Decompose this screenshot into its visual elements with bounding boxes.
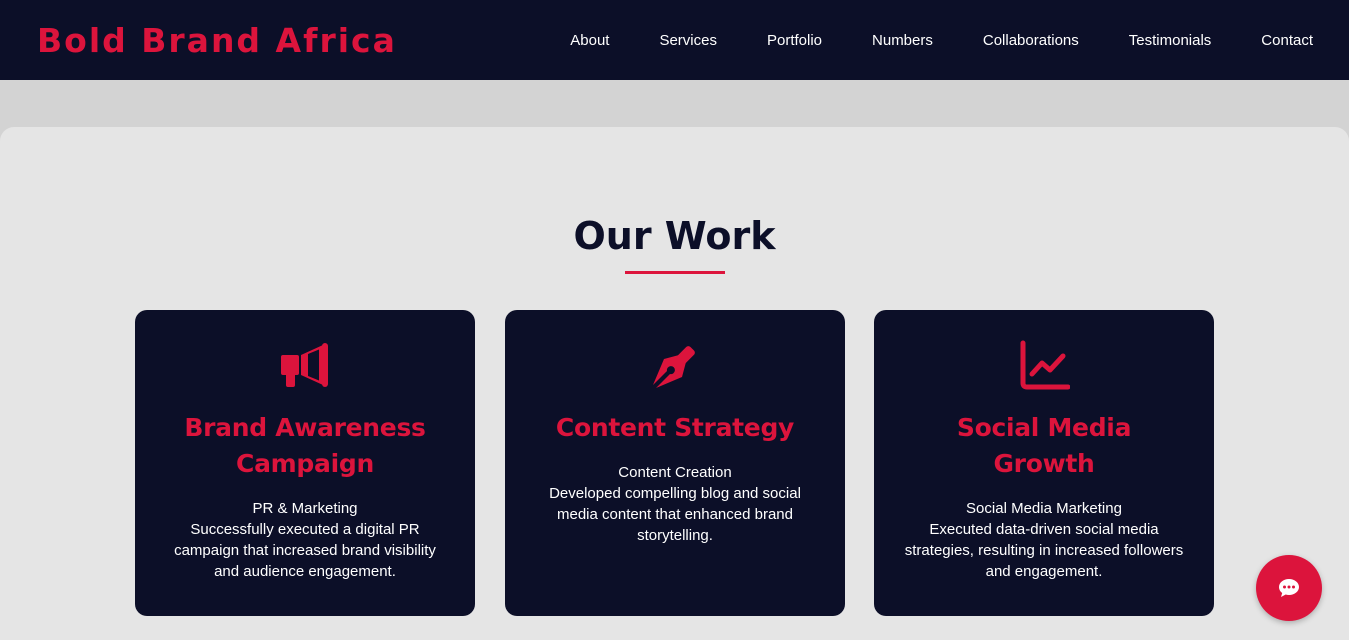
brand-logo[interactable]: Bold Brand Africa <box>37 21 397 60</box>
nav-testimonials[interactable]: Testimonials <box>1129 32 1212 49</box>
work-card-content-strategy: Content Strategy Content Creation Develo… <box>505 310 845 616</box>
nav-about[interactable]: About <box>570 32 609 49</box>
chat-bubble-icon <box>1279 579 1299 597</box>
card-description: Developed compelling blog and social med… <box>549 485 801 544</box>
card-category: PR & Marketing <box>252 500 358 517</box>
title-underline <box>625 271 725 274</box>
card-title: Content Strategy <box>555 413 795 442</box>
pen-nib-icon <box>653 346 695 388</box>
main-nav: About Services Portfolio Numbers Collabo… <box>520 32 1313 49</box>
chat-button[interactable] <box>1256 555 1322 621</box>
card-category: Social Media Marketing <box>966 500 1122 517</box>
work-card-social-media-growth: Social Media Growth Social Media Marketi… <box>874 310 1214 616</box>
chart-line-icon <box>1020 340 1070 390</box>
nav-portfolio[interactable]: Portfolio <box>767 32 822 49</box>
card-description: Executed data-driven social media strate… <box>904 521 1184 580</box>
our-work-section: Our Work Brand Awareness Campaign PR & M… <box>0 127 1349 640</box>
nav-numbers[interactable]: Numbers <box>872 32 933 49</box>
megaphone-icon <box>281 343 328 387</box>
site-header: Bold Brand Africa About Services Portfol… <box>0 0 1349 80</box>
nav-contact[interactable]: Contact <box>1261 32 1313 49</box>
card-title: Social Media Growth <box>956 413 1132 478</box>
nav-services[interactable]: Services <box>659 32 717 49</box>
nav-collaborations[interactable]: Collaborations <box>983 32 1079 49</box>
card-description: Successfully executed a digital PR campa… <box>174 521 436 580</box>
card-category: Content Creation <box>618 464 732 481</box>
work-card-brand-awareness: Brand Awareness Campaign PR & Marketing … <box>135 310 475 616</box>
card-title: Brand Awareness Campaign <box>184 413 426 478</box>
section-title: Our Work <box>573 214 776 258</box>
